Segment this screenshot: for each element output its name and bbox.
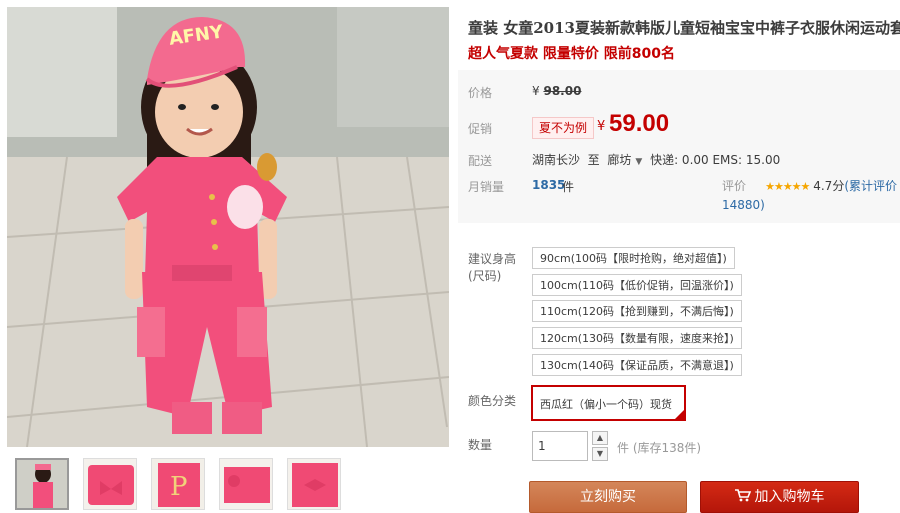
thumbnail-image: P xyxy=(152,459,204,509)
main-product-image[interactable]: AFNY xyxy=(7,7,449,447)
price-label: 价格 xyxy=(468,86,493,100)
shipping-to-word: 至 xyxy=(587,153,600,167)
size-label: 建议身高(尺码) xyxy=(468,252,517,283)
rating-total-link[interactable]: (累计评价14880) xyxy=(722,179,897,212)
size-option-100[interactable]: 100cm(110码【低价促销，回温涨价】) xyxy=(532,274,742,296)
thumbnail-5[interactable] xyxy=(287,458,341,510)
rating-score: 4.7分 xyxy=(813,179,845,193)
thumbnail-image xyxy=(288,459,340,509)
chevron-up-icon: ▲ xyxy=(596,433,604,442)
sales-label: 月销量 xyxy=(468,180,505,194)
product-title: 童装 女童2013夏装新款韩版儿童短袖宝宝中裤子衣服休闲运动套装 xyxy=(468,19,900,37)
shipping-from: 湖南长沙 xyxy=(532,153,581,167)
promo-currency: ¥ xyxy=(597,119,606,134)
thumbnail-1[interactable] xyxy=(15,458,69,510)
color-option-text: 西瓜红（偏小一个码）现货 xyxy=(540,398,672,411)
quantity-label: 数量 xyxy=(468,438,493,452)
rating-label: 评价 xyxy=(722,179,747,193)
color-option-selected[interactable]: 西瓜红（偏小一个码）现货 xyxy=(531,385,686,421)
shipping-label: 配送 xyxy=(468,154,493,168)
rating-summary: 评价 ★★★★★ 4.7分(累计评价14880) xyxy=(722,177,900,214)
chevron-down-icon: ▼ xyxy=(635,157,643,167)
shipping-destination: 廊坊 xyxy=(607,153,632,167)
thumbnail-image xyxy=(17,460,67,508)
quantity-decrease-button[interactable]: ▼ xyxy=(592,447,608,461)
thumbnail-3[interactable]: P xyxy=(151,458,205,510)
product-subtitle: 超人气夏款 限量特价 限前800名 xyxy=(468,46,675,62)
currency-symbol: ¥ xyxy=(532,84,540,98)
color-label: 颜色分类 xyxy=(468,394,517,408)
sales-count: 1835 xyxy=(532,178,566,192)
thumbnail-image xyxy=(84,459,136,509)
quantity-increase-button[interactable]: ▲ xyxy=(592,431,608,445)
shipping-destination-select[interactable]: 廊坊 ▼ xyxy=(607,153,646,167)
add-to-cart-button[interactable]: 加入购物车 xyxy=(700,481,859,513)
cart-icon xyxy=(734,489,751,502)
sales-unit: 件 xyxy=(562,180,575,194)
shipping-info: 湖南长沙 至 廊坊 ▼ 快递: 0.00 EMS: 15.00 xyxy=(532,151,780,168)
selected-check-icon xyxy=(675,410,684,419)
promo-price: 59.00 xyxy=(609,110,670,137)
quantity-input[interactable] xyxy=(532,431,588,461)
buy-now-button[interactable]: 立刻购买 xyxy=(529,481,687,513)
svg-text:P: P xyxy=(170,472,188,502)
add-to-cart-label: 加入购物车 xyxy=(754,489,825,505)
promo-label: 促销 xyxy=(468,122,493,136)
thumbnail-2[interactable] xyxy=(83,458,137,510)
shipping-fees: 快递: 0.00 EMS: 15.00 xyxy=(650,153,781,167)
size-option-120[interactable]: 120cm(130码【数量有限，速度来抢】) xyxy=(532,327,742,349)
buy-now-label: 立刻购买 xyxy=(580,489,636,505)
chevron-down-icon: ▼ xyxy=(596,449,604,458)
thumbnail-4[interactable] xyxy=(219,458,273,510)
size-option-130[interactable]: 130cm(140码【保证品质，不满意退】) xyxy=(532,354,742,376)
product-photo: AFNY xyxy=(7,7,449,447)
stock-info: 件 (库存138件) xyxy=(617,441,702,455)
size-option-110[interactable]: 110cm(120码【抢到赚到，不满后悔】) xyxy=(532,300,742,322)
original-price-amount: 98.00 xyxy=(543,84,582,98)
rating-stars-icon: ★★★★★ xyxy=(765,180,810,193)
thumbnail-strip: P xyxy=(7,458,449,510)
promo-tag: 夏不为例 xyxy=(532,117,595,139)
original-price: ¥ 98.00 xyxy=(532,84,581,98)
size-option-90[interactable]: 90cm(100码【限时抢购，绝对超值】) xyxy=(532,247,735,269)
thumbnail-image xyxy=(220,459,272,509)
